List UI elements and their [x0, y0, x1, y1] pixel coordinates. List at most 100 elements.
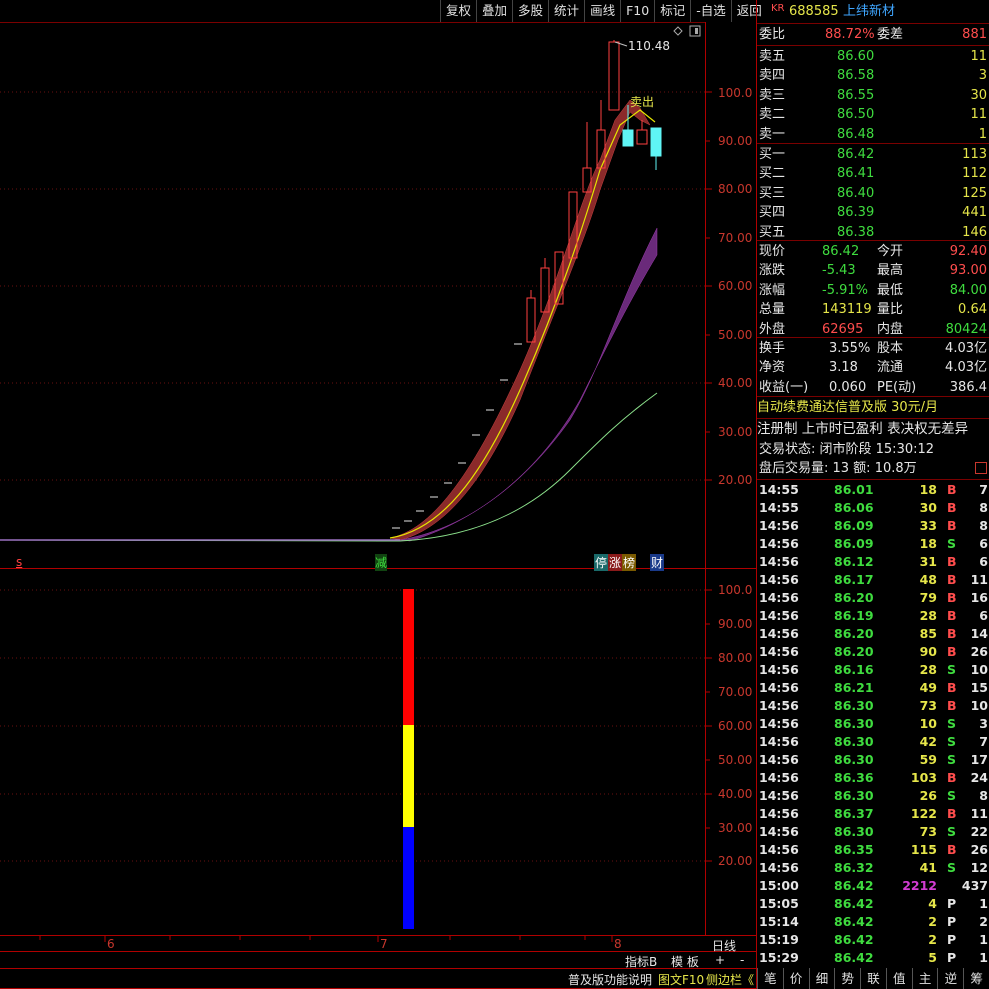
marker-stop[interactable]: 停 [594, 554, 609, 571]
panel-tab[interactable]: 逆 [937, 968, 963, 989]
tick-direction: B [947, 554, 957, 569]
tick-row[interactable]: 14:56 86.30 73 S 22 [757, 823, 989, 841]
quote-value-2: 84.00 [949, 282, 987, 298]
tick-row[interactable]: 14:56 86.36 103 B 24 [757, 769, 989, 787]
quote-value-2: 93.00 [949, 263, 987, 279]
tick-count: 24 [970, 770, 988, 785]
tick-row[interactable]: 14:56 86.35 115 B 26 [757, 841, 989, 859]
tick-direction: S [947, 536, 957, 551]
quote-row[interactable]: 总量 143119 量比 0.64 [757, 300, 989, 319]
tick-count: 12 [970, 860, 988, 875]
quote-value: -5.43 [822, 263, 856, 279]
tick-row[interactable]: 14:56 86.30 26 S 8 [757, 787, 989, 805]
tick-volume: 30 [919, 500, 937, 515]
quote-panel: KR 688585 上纬新材 委比 88.72% 委差 881 自动续费通达信普… [757, 0, 989, 989]
tick-row[interactable]: 14:56 86.32 41 S 12 [757, 859, 989, 877]
f10-link[interactable]: 图文F10 [658, 971, 704, 988]
tick-time: 15:29 [759, 950, 799, 965]
kline-chart[interactable]: 110.48 卖出 [0, 0, 757, 989]
tick-volume: 2 [928, 932, 937, 947]
tick-time: 14:56 [759, 554, 799, 569]
tick-row[interactable]: 14:56 86.30 59 S 17 [757, 751, 989, 769]
bid-row[interactable]: 买三 86.40 125 [757, 184, 989, 203]
indicator-bar-red [403, 589, 414, 725]
panel-tab[interactable]: 价 [782, 968, 809, 989]
tick-count: 11 [970, 572, 988, 587]
tick-row[interactable]: 14:55 86.01 18 B 7 [757, 481, 989, 499]
marker-finance[interactable]: 财 [650, 554, 665, 571]
help-link[interactable]: 普及版功能说明 [568, 971, 652, 988]
panel-tab[interactable]: 细 [808, 968, 835, 989]
tick-row[interactable]: 14:56 86.20 90 B 26 [757, 643, 989, 661]
panel-tab[interactable]: 笔 [757, 968, 783, 989]
ask-row[interactable]: 卖一 86.48 1 [757, 125, 989, 144]
ask-volume: 1 [978, 126, 987, 142]
quote-row[interactable]: 外盘 62695 内盘 80424 [757, 320, 989, 339]
sidebar-toggle[interactable]: 侧边栏《 [706, 971, 754, 988]
tick-row[interactable]: 14:56 86.12 31 B 6 [757, 553, 989, 571]
panel-tab[interactable]: 主 [911, 968, 938, 989]
tick-row[interactable]: 14:56 86.20 85 B 14 [757, 625, 989, 643]
ask-row[interactable]: 卖五 86.60 11 [757, 47, 989, 66]
tick-row[interactable]: 15:14 86.42 2 P 2 [757, 913, 989, 931]
tick-direction: B [947, 518, 957, 533]
fund-row[interactable]: 换手 3.55% 股本 4.03亿 [757, 339, 989, 358]
marker-rank[interactable]: 榜 [622, 554, 637, 571]
marker-s[interactable]: s [16, 555, 22, 569]
period-label[interactable]: 日线 [712, 937, 736, 954]
fund-row[interactable]: 收益(一) 0.060 PE(动) 386.4 [757, 378, 989, 397]
quote-row[interactable]: 涨幅 -5.91% 最低 84.00 [757, 281, 989, 300]
tick-row[interactable]: 14:56 86.30 42 S 7 [757, 733, 989, 751]
quote-row[interactable]: 现价 86.42 今开 92.40 [757, 242, 989, 261]
panel-tab[interactable]: 势 [834, 968, 860, 989]
indicator-button[interactable]: 指标B [625, 953, 657, 970]
panel-tab[interactable]: 联 [860, 968, 886, 989]
tick-row[interactable]: 14:56 86.21 49 B 15 [757, 679, 989, 697]
ask-row[interactable]: 卖三 86.55 30 [757, 86, 989, 105]
ask-row[interactable]: 卖二 86.50 11 [757, 105, 989, 124]
tick-row[interactable]: 14:56 86.19 28 B 6 [757, 607, 989, 625]
zoom-out-button[interactable]: - [740, 953, 744, 967]
tick-row[interactable]: 14:56 86.09 18 S 6 [757, 535, 989, 553]
chart-icon[interactable] [975, 462, 987, 474]
tick-row[interactable]: 14:56 86.20 79 B 16 [757, 589, 989, 607]
tick-row[interactable]: 14:56 86.30 73 B 10 [757, 697, 989, 715]
panel-tab[interactable]: 筹 [963, 968, 989, 989]
promo-text[interactable]: 自动续费通达信普及版 30元/月 [757, 398, 989, 417]
quote-label-2: 最低 [877, 282, 904, 298]
fund-value: 3.18 [829, 360, 858, 376]
tick-row[interactable]: 14:56 86.37 122 B 11 [757, 805, 989, 823]
fund-value: 0.060 [829, 379, 867, 395]
y-tick-100: 100.0 [718, 86, 753, 100]
marker-limit-up[interactable]: 涨 [608, 554, 623, 571]
tick-row[interactable]: 14:56 86.30 10 S 3 [757, 715, 989, 733]
bid-row[interactable]: 买五 86.38 146 [757, 223, 989, 242]
quote-row[interactable]: 涨跌 -5.43 最高 93.00 [757, 261, 989, 280]
tick-row[interactable]: 14:56 86.16 28 S 10 [757, 661, 989, 679]
tick-row[interactable]: 15:00 86.42 2212 437 [757, 877, 989, 895]
tick-volume: 73 [919, 824, 937, 839]
bid-row[interactable]: 买一 86.42 113 [757, 145, 989, 164]
tick-direction: B [947, 608, 957, 623]
tick-row[interactable]: 14:56 86.09 33 B 8 [757, 517, 989, 535]
tick-row[interactable]: 14:56 86.17 48 B 11 [757, 571, 989, 589]
bid-row[interactable]: 买二 86.41 112 [757, 164, 989, 183]
diamond-icon[interactable] [673, 26, 683, 36]
zoom-in-button[interactable]: + [715, 953, 725, 967]
panel-tab[interactable]: 值 [885, 968, 912, 989]
upper-ribbon [389, 99, 651, 541]
tick-row[interactable]: 15:19 86.42 2 P 1 [757, 931, 989, 949]
marker-reduce[interactable]: 减 [375, 554, 388, 571]
fund-row[interactable]: 净资 3.18 流通 4.03亿 [757, 358, 989, 377]
bid-row[interactable]: 买四 86.39 441 [757, 203, 989, 222]
template-button[interactable]: 模 板 [671, 953, 699, 970]
tick-price: 86.30 [834, 788, 874, 803]
tick-count: 8 [979, 500, 988, 515]
y-tick-20: 20.00 [718, 473, 753, 487]
tick-price: 86.42 [834, 896, 874, 911]
tick-row[interactable]: 15:05 86.42 4 P 1 [757, 895, 989, 913]
tick-time: 14:56 [759, 518, 799, 533]
tick-row[interactable]: 15:29 86.42 5 P 1 [757, 949, 989, 967]
ask-row[interactable]: 卖四 86.58 3 [757, 66, 989, 85]
tick-row[interactable]: 14:55 86.06 30 B 8 [757, 499, 989, 517]
